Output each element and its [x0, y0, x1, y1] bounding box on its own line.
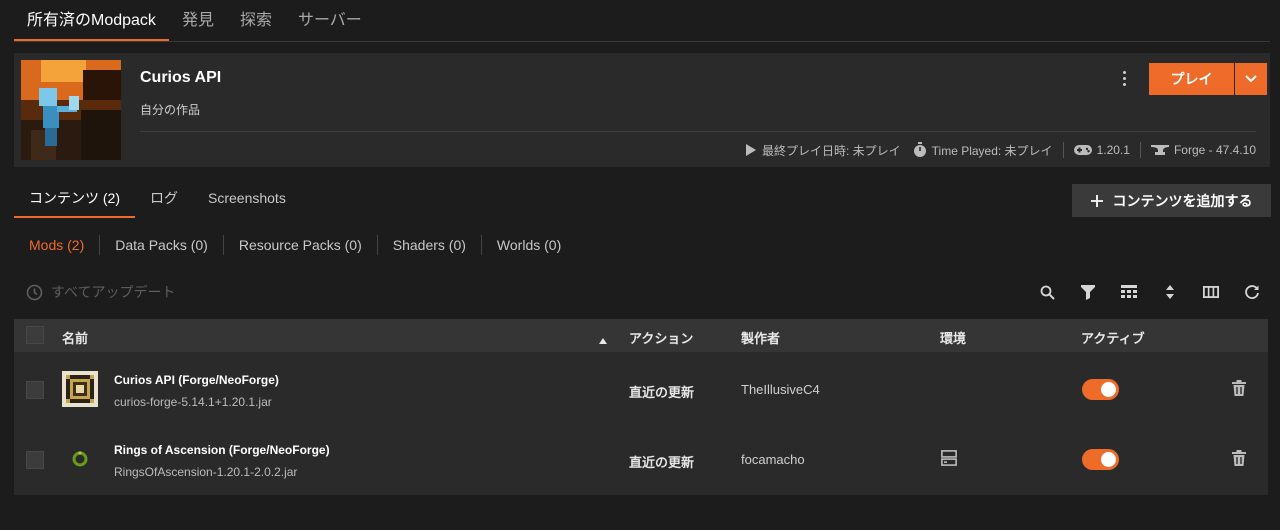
mod-name[interactable]: Rings of Ascension (Forge/NeoForge) [114, 443, 330, 457]
game-version: 1.20.1 [1073, 143, 1130, 157]
play-dropdown-button[interactable] [1235, 63, 1267, 95]
more-options-icon[interactable] [1114, 67, 1134, 89]
trash-icon[interactable] [1232, 450, 1246, 469]
active-toggle[interactable] [1082, 449, 1119, 470]
filter-shaders[interactable]: Shaders (0) [378, 237, 481, 253]
server-icon [941, 450, 957, 469]
mod-author: focamacho [741, 452, 805, 467]
modpack-header: Curios API 自分の作品 プレイ 最終プレイ日時: 未プレイ Time … [14, 53, 1270, 167]
tab-installed-modpacks[interactable]: 所有済のModpack [14, 0, 169, 41]
modpack-thumbnail [21, 60, 121, 160]
column-author-header[interactable]: 製作者 [741, 328, 780, 347]
last-played: 最終プレイ日時: 未プレイ [745, 142, 901, 159]
refresh-icon[interactable] [1240, 281, 1264, 303]
plus-icon [1090, 194, 1103, 207]
modpack-subtitle: 自分の作品 [140, 103, 201, 117]
mod-author: TheIllusiveC4 [741, 382, 820, 397]
filter-data-packs[interactable]: Data Packs (0) [100, 237, 223, 253]
mod-name[interactable]: Curios API (Forge/NeoForge) [114, 373, 279, 387]
time-played: Time Played: 未プレイ [913, 142, 1053, 159]
chevron-down-icon [1245, 75, 1257, 83]
table-body: Curios API (Forge/NeoForge) curios-forge… [14, 352, 1268, 495]
mods-table: 名前 アクション 製作者 環境 アクティブ Curios API (Forge/… [14, 319, 1268, 495]
add-content-button[interactable]: コンテンツを追加する [1072, 184, 1271, 217]
time-played-text: Time Played: 未プレイ [931, 143, 1053, 158]
update-all-button[interactable]: すべてアップデート [26, 282, 175, 302]
column-active-header[interactable]: アクティブ [1081, 328, 1145, 347]
filter-mods[interactable]: Mods (2) [14, 237, 99, 253]
history-icon [26, 284, 43, 300]
stopwatch-icon [913, 142, 926, 157]
play-button[interactable]: プレイ [1149, 63, 1234, 95]
trash-icon[interactable] [1232, 380, 1246, 399]
table-row[interactable]: Rings of Ascension (Forge/NeoForge) Ring… [14, 424, 1268, 494]
update-action[interactable]: 直近の更新 [629, 382, 694, 401]
modpack-title: Curios API [140, 69, 222, 86]
search-icon[interactable] [1035, 281, 1059, 303]
tab-servers[interactable]: サーバー [285, 0, 375, 41]
update-all-label: すべてアップデート [51, 284, 176, 300]
tab-explore[interactable]: 探索 [227, 0, 285, 41]
sort-icon[interactable] [1158, 281, 1182, 303]
update-action[interactable]: 直近の更新 [629, 452, 694, 471]
table-row[interactable]: Curios API (Forge/NeoForge) curios-forge… [14, 354, 1268, 424]
column-name-header[interactable]: 名前 [62, 328, 88, 347]
modpack-meta: 最終プレイ日時: 未プレイ Time Played: 未プレイ 1.20.1 F… [745, 140, 1256, 160]
tab-discover[interactable]: 発見 [169, 0, 227, 41]
density-icon[interactable] [1117, 281, 1141, 303]
select-all-checkbox[interactable] [26, 326, 44, 344]
curios-icon [62, 371, 98, 407]
mod-file: RingsOfAscension-1.20.1-2.0.2.jar [114, 465, 298, 479]
loader-version: Forge - 47.4.10 [1150, 143, 1256, 157]
row-checkbox[interactable] [26, 451, 44, 469]
tab-screenshots[interactable]: Screenshots [193, 180, 301, 218]
top-nav: 所有済のModpack 発見 探索 サーバー [14, 0, 1270, 42]
table-toolbar [1035, 281, 1264, 303]
gamepad-icon [1073, 145, 1092, 155]
filter-icon[interactable] [1076, 281, 1100, 303]
play-triangle-icon [745, 144, 756, 156]
sort-asc-icon[interactable] [599, 332, 607, 347]
content-filters: Mods (2) Data Packs (0) Resource Packs (… [14, 232, 576, 258]
add-content-label: コンテンツを追加する [1112, 192, 1253, 209]
anvil-icon [1150, 145, 1169, 155]
content-tabs: コンテンツ (2) ログ Screenshots [14, 180, 301, 218]
header-divider [140, 131, 1256, 132]
active-toggle[interactable] [1082, 379, 1119, 400]
tab-contents[interactable]: コンテンツ (2) [14, 180, 135, 218]
game-version-text: 1.20.1 [1096, 143, 1130, 157]
columns-icon[interactable] [1199, 281, 1223, 303]
mod-file: curios-forge-5.14.1+1.20.1.jar [114, 395, 272, 409]
filter-resource-packs[interactable]: Resource Packs (0) [224, 237, 377, 253]
last-played-text: 最終プレイ日時: 未プレイ [761, 143, 901, 158]
tab-logs[interactable]: ログ [135, 180, 193, 218]
row-checkbox[interactable] [26, 381, 44, 399]
table-header: 名前 アクション 製作者 環境 アクティブ [14, 319, 1268, 352]
column-env-header[interactable]: 環境 [940, 328, 966, 347]
filter-worlds[interactable]: Worlds (0) [482, 237, 576, 253]
ring-icon [62, 441, 98, 477]
loader-version-text: Forge - 47.4.10 [1173, 143, 1256, 157]
column-action-header[interactable]: アクション [629, 328, 693, 347]
